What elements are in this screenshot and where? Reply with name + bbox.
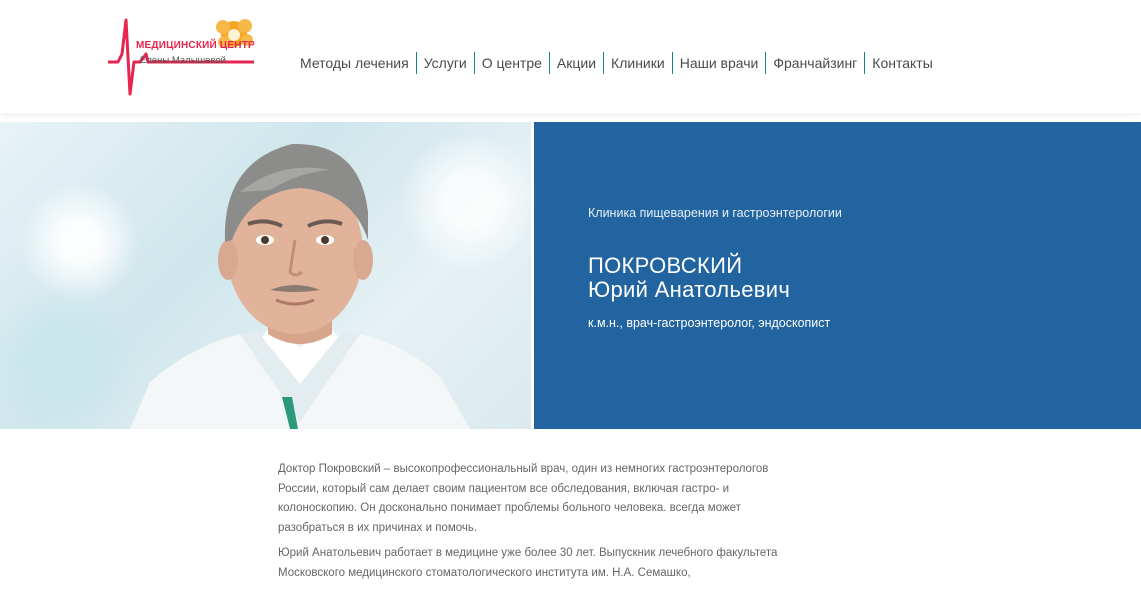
nav-item-about[interactable]: О центре (473, 52, 549, 74)
site-header: МЕДИЦИНСКИЙ ЦЕНТР Елены Малышевой Методы… (0, 0, 1141, 113)
site-logo[interactable]: МЕДИЦИНСКИЙ ЦЕНТР Елены Малышевой (106, 14, 258, 100)
logo-subtitle: Елены Малышевой (140, 55, 226, 66)
nav-item-methods[interactable]: Методы лечения (296, 52, 416, 74)
nav-item-contacts[interactable]: Контакты (864, 52, 939, 74)
bio-paragraph: Юрий Анатольевич работает в медицине уже… (278, 547, 778, 579)
doctor-bio: Доктор Покровский – высокопрофессиональн… (278, 460, 798, 589)
doctor-photo (0, 122, 531, 429)
clinic-name[interactable]: Клиника пищеварения и гастроэнтерологии (588, 206, 842, 220)
main-nav: Методы лечения Услуги О центре Акции Кли… (296, 52, 940, 74)
bio-paragraph: Доктор Покровский – высокопрофессиональн… (278, 463, 769, 534)
nav-item-promotions[interactable]: Акции (548, 52, 603, 74)
doctor-portrait-icon (130, 143, 470, 429)
doctor-name: Юрий Анатольевич (588, 277, 791, 302)
doctor-position: к.м.н., врач-гастроэнтеролог, эндоскопис… (588, 316, 831, 330)
doctor-surname: ПОКРОВСКИЙ (588, 253, 743, 278)
nav-item-clinics[interactable]: Клиники (603, 52, 672, 74)
logo-title: МЕДИЦИНСКИЙ ЦЕНТР (136, 40, 255, 51)
doctor-hero: Клиника пищеварения и гастроэнтерологии … (0, 122, 1141, 429)
nav-item-franchising[interactable]: Франчайзинг (765, 52, 864, 74)
doctor-info-banner: Клиника пищеварения и гастроэнтерологии … (534, 122, 1141, 429)
nav-item-services[interactable]: Услуги (415, 52, 474, 74)
nav-item-doctors[interactable]: Наши врачи (671, 52, 766, 74)
